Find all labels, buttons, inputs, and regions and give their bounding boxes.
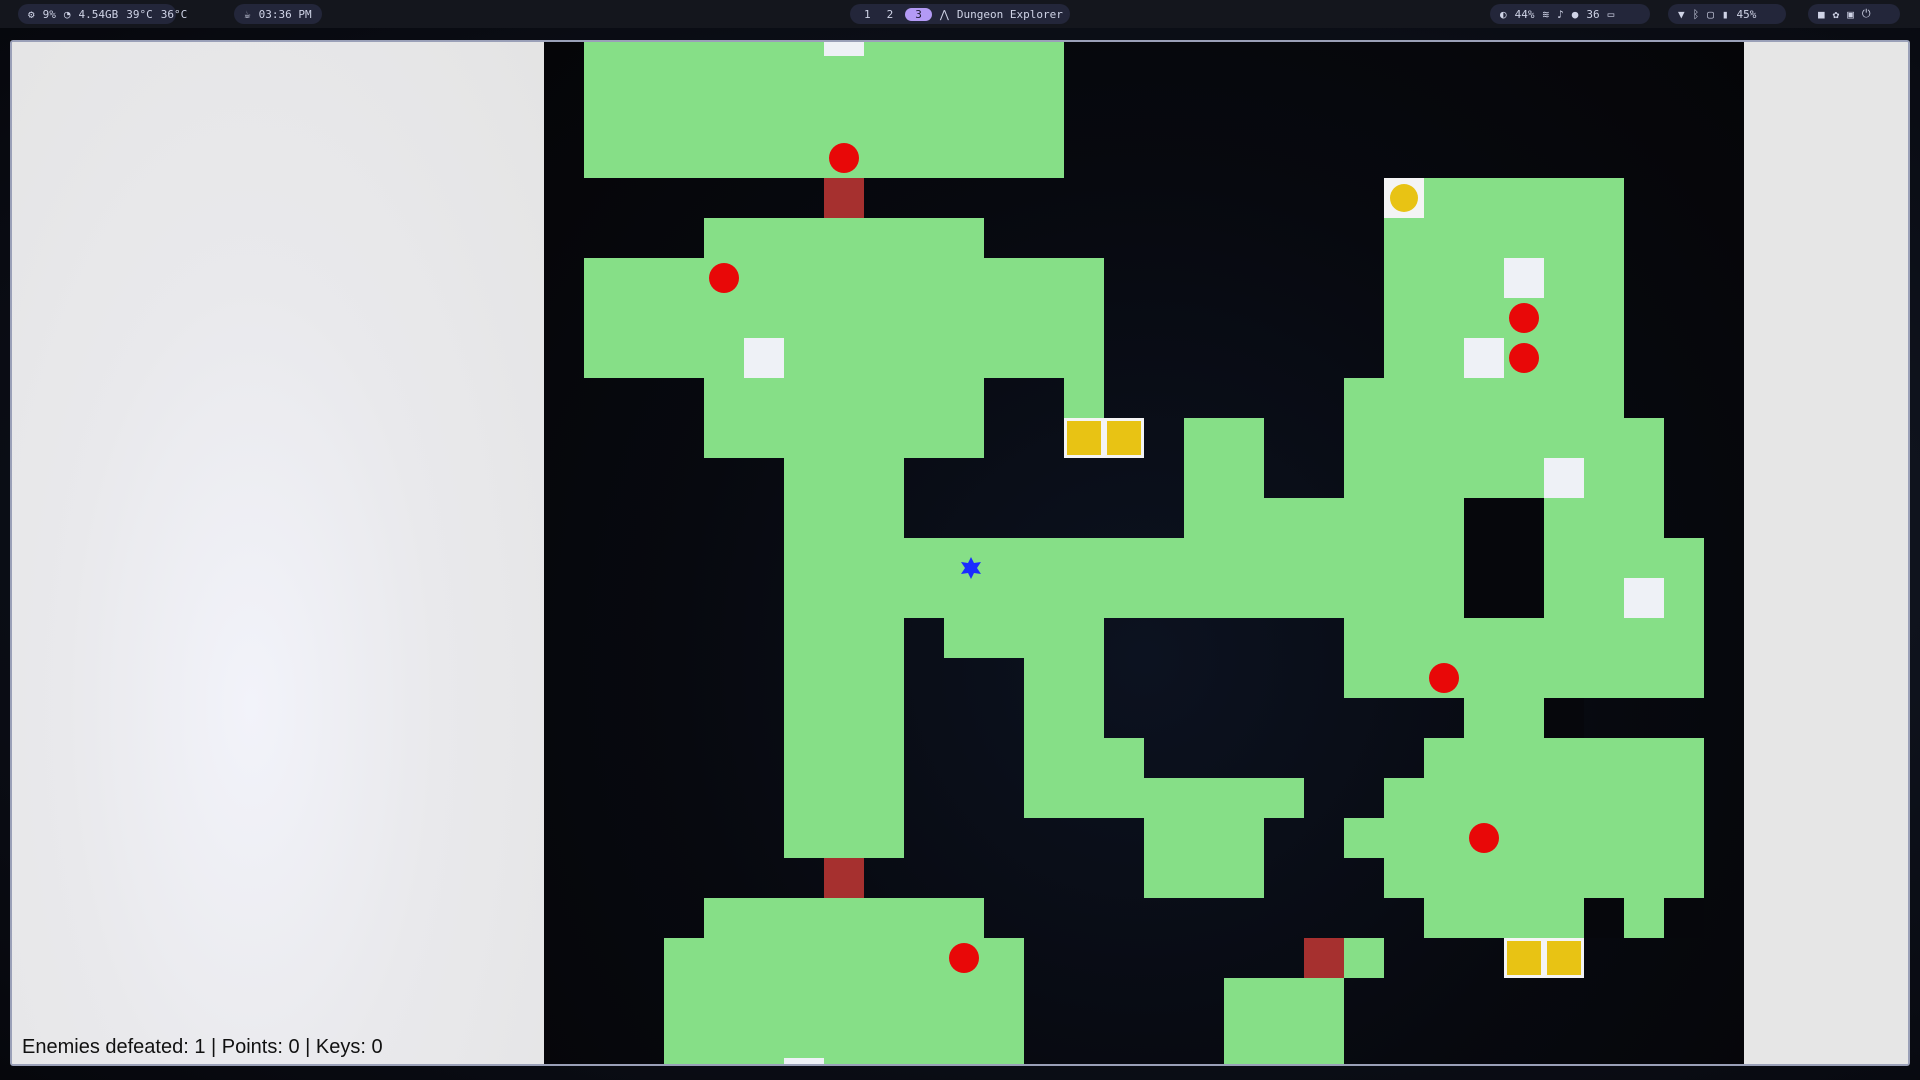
floor-tile	[1184, 418, 1264, 538]
enemy[interactable]	[829, 143, 859, 173]
clock-time: 03:36 PM	[258, 7, 312, 21]
memory-usage: 4.54GB	[78, 7, 119, 21]
floor-tile	[784, 458, 904, 858]
key-item[interactable]	[1384, 178, 1424, 218]
right-panel	[1744, 42, 1908, 1064]
floor-tile	[1344, 938, 1384, 978]
floor-tile	[1224, 978, 1344, 1064]
bluetooth-icon[interactable]: ᛒ	[1693, 8, 1700, 21]
wifi-icon[interactable]: ≋	[1543, 8, 1550, 21]
system-stats: ⚙ 9% ◔ 4.54GB 39°C 36°C	[18, 4, 187, 24]
floor-plate	[1624, 578, 1664, 618]
floor-plate	[824, 42, 864, 56]
game-status: Enemies defeated: 1 | Points: 0 | Keys: …	[22, 1036, 383, 1058]
enemy[interactable]	[709, 263, 739, 293]
workspace-switcher: 1 2 3 ⋀ Dungeon Explorer	[850, 4, 1070, 24]
floor-tile	[1424, 738, 1704, 938]
cpu-temp: 39°C	[126, 7, 153, 21]
floor-plate	[744, 338, 784, 378]
gpu-temp: 36°C	[160, 7, 188, 21]
wifi-strength-icon[interactable]: ▼	[1678, 8, 1685, 21]
brightness-level: 44%	[1514, 7, 1535, 21]
treasure-chest[interactable]	[1544, 938, 1584, 978]
wall-block	[1544, 698, 1584, 738]
workspace-3[interactable]: 3	[905, 7, 932, 21]
cpu-usage: 9%	[42, 7, 56, 21]
floor-plate	[1544, 458, 1584, 498]
session-controls: ■ ✿ ▣ ⏻	[1808, 4, 1900, 24]
power-icon[interactable]: ⏻	[1862, 7, 1871, 21]
treasure-chest[interactable]	[1064, 418, 1104, 458]
system-topbar: ⚙ 9% ◔ 4.54GB 39°C 36°C ☕ 03:36 PM 1 2 3 ⋀ D…	[0, 0, 1920, 28]
volume-icon[interactable]: ♪	[1557, 8, 1564, 21]
wall-block	[1584, 898, 1624, 938]
volume-level: 36	[1586, 7, 1600, 21]
keyboard-icon[interactable]: ▭	[1608, 8, 1615, 21]
enemy[interactable]	[1509, 343, 1539, 373]
floor-tile	[944, 618, 1024, 658]
floor-tile	[1344, 378, 1384, 538]
floor-tile	[1344, 818, 1384, 858]
door[interactable]	[1304, 938, 1344, 978]
floor-tile	[1064, 378, 1104, 418]
wall-block	[1664, 898, 1704, 938]
workspace-2[interactable]: 2	[883, 8, 898, 21]
settings-icon[interactable]: ✿	[1833, 8, 1840, 21]
tray-box-icon[interactable]: ▢	[1707, 8, 1714, 21]
enemy[interactable]	[1429, 663, 1459, 693]
battery-area: ▼ ᛒ ▢ ▮ 45%	[1668, 4, 1786, 24]
floor-tile	[584, 42, 1064, 178]
floor-tile	[584, 258, 704, 378]
battery-icon: ▮	[1721, 7, 1729, 21]
floor-tile	[664, 938, 704, 1064]
floor-tile	[1104, 738, 1144, 818]
floor-tile	[1264, 498, 1344, 538]
floor-tile	[1264, 778, 1304, 818]
floor-tile	[1384, 778, 1424, 898]
floor-tile	[984, 258, 1104, 378]
floor-tile	[984, 938, 1024, 1064]
floor-tile	[1144, 778, 1264, 898]
enemy[interactable]	[1509, 303, 1539, 333]
enemy[interactable]	[1469, 823, 1499, 853]
left-panel	[12, 42, 544, 1064]
treasure-chest[interactable]	[1104, 418, 1144, 458]
treasure-chest[interactable]	[1504, 938, 1544, 978]
cpu-icon: ⚙	[28, 7, 35, 21]
mic-icon[interactable]: ●	[1572, 8, 1579, 21]
floor-plate	[1504, 258, 1544, 298]
wall-block	[1464, 498, 1544, 618]
floor-tile	[704, 898, 984, 1064]
game-window: Enemies defeated: 1 | Points: 0 | Keys: …	[10, 40, 1910, 1066]
screenshot-icon[interactable]: ▣	[1847, 8, 1854, 21]
floor-tile	[1024, 618, 1104, 818]
door[interactable]	[824, 858, 864, 898]
floor-tile	[1624, 418, 1664, 538]
window-title: Dungeon Explorer	[956, 7, 1063, 21]
dungeon-canvas[interactable]	[544, 42, 1744, 1064]
brightness-icon[interactable]: ◐	[1500, 8, 1507, 21]
floor-plate	[1464, 338, 1504, 378]
lock-icon[interactable]: ■	[1818, 8, 1825, 21]
workspace-1[interactable]: 1	[860, 8, 875, 21]
door[interactable]	[824, 178, 864, 218]
battery-level: 45%	[1736, 7, 1757, 21]
system-tray: ◐ 44% ≋ ♪ ● 36 ▭	[1490, 4, 1650, 24]
clock[interactable]: ☕ 03:36 PM	[234, 4, 322, 24]
app-icon: ⋀	[939, 7, 949, 21]
player-icon	[961, 557, 981, 579]
floor-plate	[784, 1058, 824, 1064]
memory-icon: ◔	[63, 7, 71, 21]
floor-tile	[1384, 178, 1624, 538]
enemy[interactable]	[949, 943, 979, 973]
clock-icon: ☕	[244, 7, 251, 21]
